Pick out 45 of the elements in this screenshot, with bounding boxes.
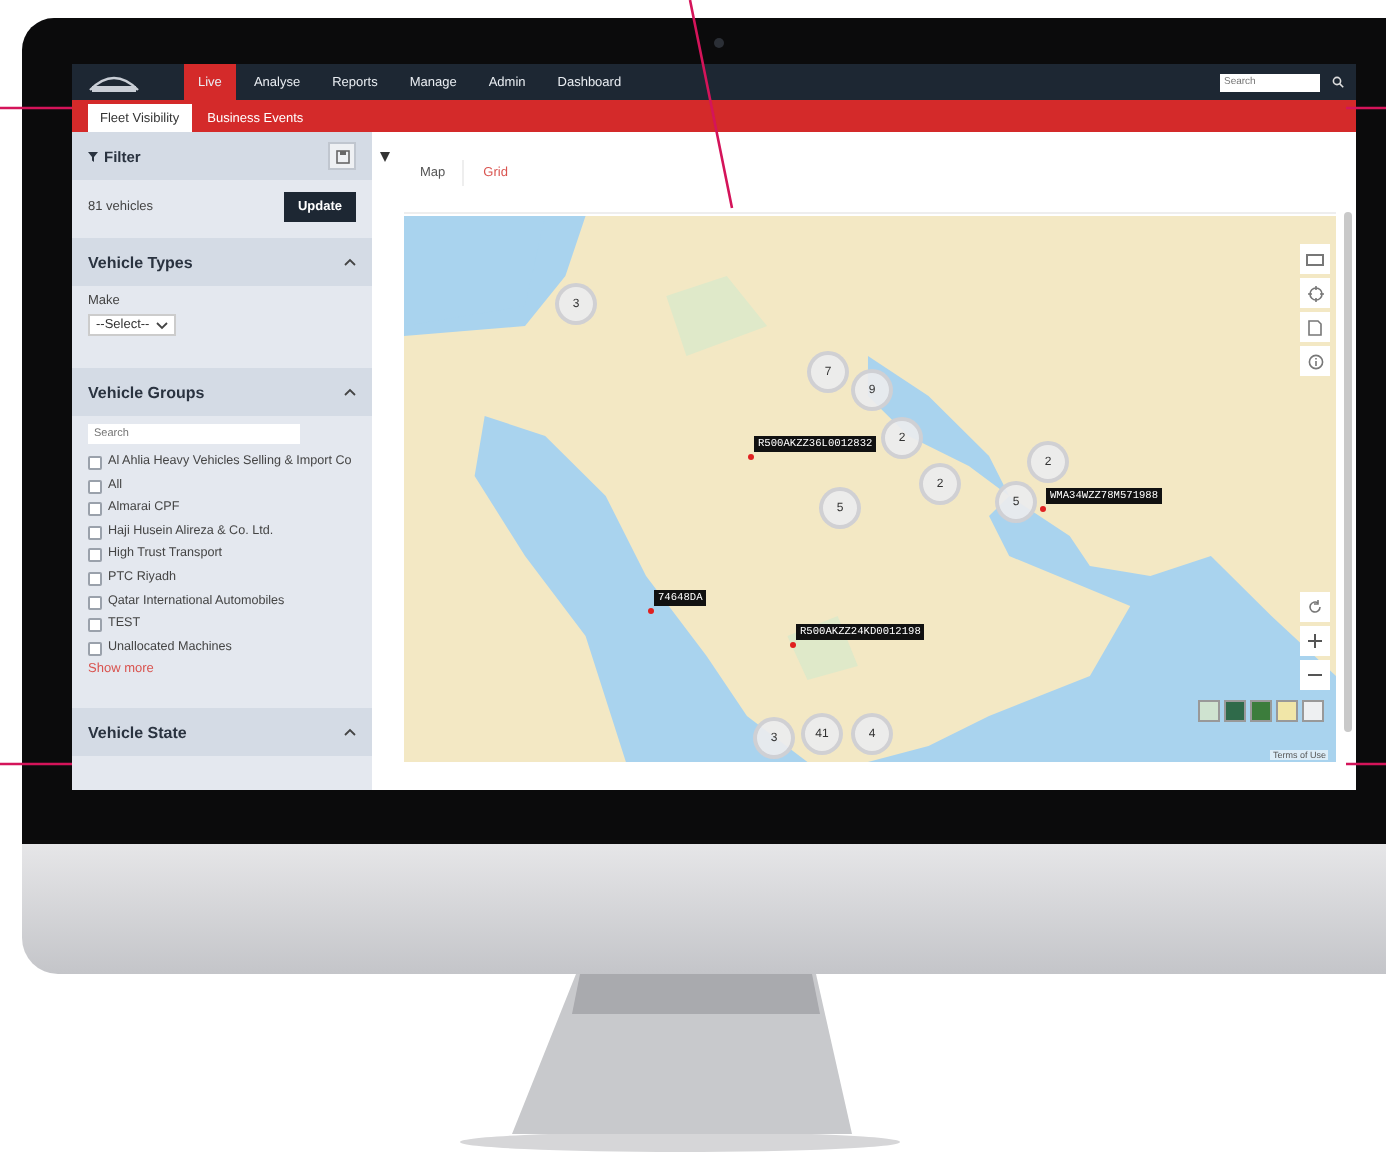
- fullscreen-button[interactable]: [1300, 244, 1330, 274]
- save-button[interactable]: [328, 142, 356, 170]
- checkbox[interactable]: [88, 641, 102, 656]
- checkbox[interactable]: [88, 479, 102, 494]
- save-icon: [335, 149, 349, 163]
- vehicle-pin[interactable]: [748, 454, 754, 460]
- camera-dot: [714, 38, 724, 48]
- plus-icon: [1308, 634, 1322, 648]
- refresh-icon: [1308, 600, 1322, 614]
- map-layer-button[interactable]: [1198, 700, 1220, 722]
- checkbox[interactable]: [88, 548, 102, 563]
- collapse-arrow-icon[interactable]: [379, 152, 389, 162]
- info-icon: [1307, 353, 1323, 369]
- section-title: Vehicle Groups: [88, 383, 205, 401]
- document-icon: [1308, 319, 1322, 335]
- section-header[interactable]: Vehicle Types: [72, 238, 372, 286]
- vehicle-pin[interactable]: [648, 608, 654, 614]
- map-layer-button[interactable]: [1302, 700, 1324, 722]
- refresh-button[interactable]: [1300, 592, 1330, 622]
- section-title: Vehicle Types: [88, 253, 193, 271]
- map-layer-button[interactable]: [1276, 700, 1298, 722]
- vehicle-pin[interactable]: [790, 642, 796, 648]
- checkbox[interactable]: [88, 571, 102, 586]
- checkbox[interactable]: [88, 456, 102, 470]
- locate-button[interactable]: [1300, 278, 1330, 308]
- checkbox[interactable]: [88, 595, 102, 610]
- section-header[interactable]: Vehicle State: [72, 708, 372, 757]
- rectangle-icon: [1306, 253, 1324, 265]
- zoom-out-button[interactable]: [1300, 660, 1330, 690]
- crosshair-icon: [1307, 285, 1323, 301]
- checkbox[interactable]: [88, 618, 102, 633]
- search-icon[interactable]: [1332, 76, 1344, 88]
- filter-icon: [88, 151, 98, 161]
- map-layer-button[interactable]: [1224, 700, 1246, 722]
- info-button[interactable]: [1300, 346, 1330, 376]
- map-layer-button[interactable]: [1250, 700, 1272, 722]
- vehicle-pin[interactable]: [1040, 506, 1046, 512]
- section-header[interactable]: Vehicle Groups: [72, 368, 372, 416]
- document-button[interactable]: [1300, 312, 1330, 342]
- section-title: Vehicle State: [88, 723, 187, 742]
- checkbox[interactable]: [88, 502, 102, 517]
- checkbox[interactable]: [88, 525, 102, 540]
- chevron-down-icon: [155, 321, 168, 329]
- minus-icon: [1308, 668, 1322, 682]
- zoom-in-button[interactable]: [1300, 626, 1330, 656]
